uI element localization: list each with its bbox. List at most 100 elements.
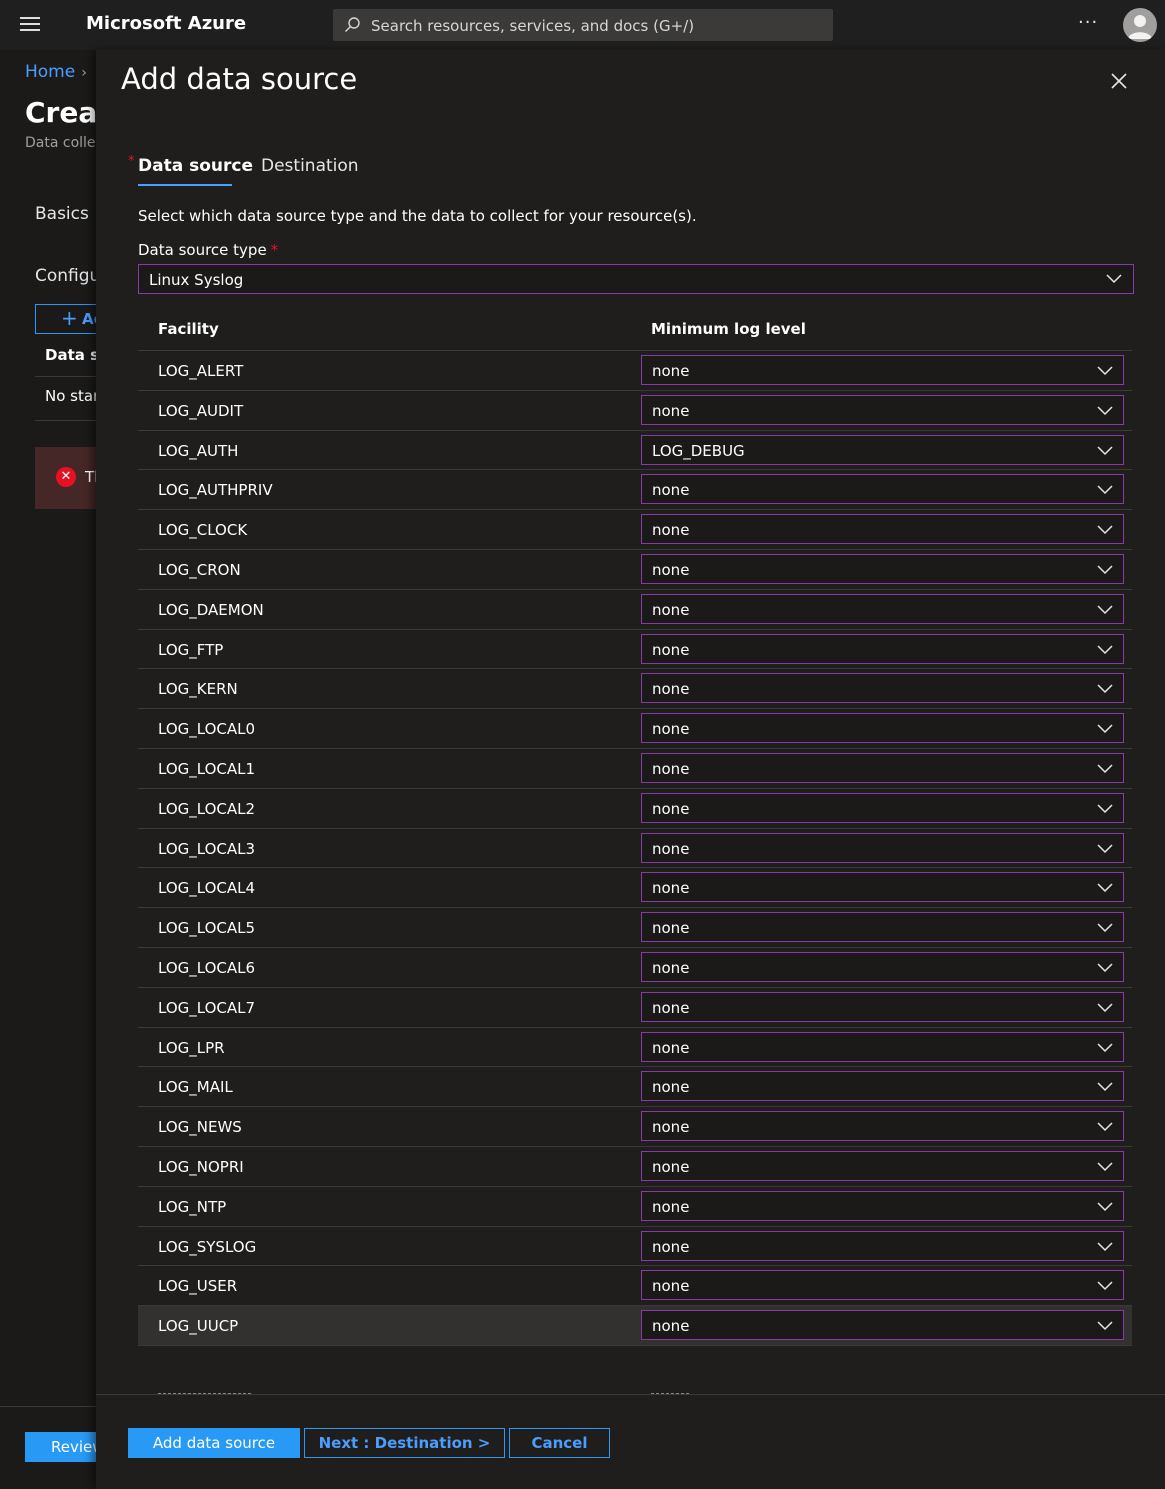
min-log-level-dropdown[interactable]: none [641, 514, 1124, 545]
next-destination-button[interactable]: Next : Destination > [304, 1428, 505, 1458]
min-log-level-dropdown[interactable]: none [641, 1230, 1124, 1261]
facility-name: LOG_LOCAL4 [158, 879, 256, 898]
min-log-level-dropdown[interactable]: LOG_DEBUG [641, 434, 1124, 465]
table-header: Facility Minimum log level [138, 310, 1132, 351]
facility-name: LOG_MAIL [158, 1078, 233, 1097]
page-title: Creat [25, 96, 96, 129]
panel-title: Add data source [121, 62, 358, 96]
chevron-down-icon [1097, 1162, 1113, 1171]
error-icon: ✕ [56, 467, 76, 487]
table-row: LOG_AUTHPRIV none [138, 470, 1132, 511]
facility-table-body: LOG_ALERT none LOG_AUDIT none LOG_AUTH LOG_DE… [138, 351, 1132, 1346]
brand-title[interactable]: Microsoft Azure [86, 13, 246, 34]
min-log-level-dropdown[interactable]: none [641, 752, 1124, 783]
facility-name: LOG_DAEMON [158, 600, 264, 619]
min-log-level-dropdown[interactable]: none [641, 633, 1124, 664]
tab-data-source[interactable]: * Data source [128, 154, 253, 176]
tab-basics[interactable]: Basics [35, 204, 89, 224]
table-row: LOG_DAEMON none [138, 590, 1132, 630]
min-log-level-dropdown[interactable]: none [641, 1310, 1124, 1341]
hamburger-icon[interactable] [20, 17, 40, 33]
tab-destination[interactable]: Destination [261, 156, 359, 176]
min-log-level-value: none [652, 560, 690, 579]
min-log-level-value: none [652, 958, 690, 977]
min-log-level-value: none [652, 1157, 690, 1176]
min-log-level-dropdown[interactable]: none [641, 673, 1124, 704]
divider [35, 376, 96, 377]
column-header-min-log-level: Minimum log level [651, 320, 806, 338]
facility-name: LOG_AUTH [158, 441, 239, 460]
min-log-level-dropdown[interactable]: none [641, 355, 1124, 385]
min-log-level-value: LOG_DEBUG [652, 441, 745, 460]
min-log-level-dropdown[interactable]: none [641, 1150, 1124, 1181]
search-box[interactable] [333, 9, 833, 43]
divider [35, 420, 96, 421]
min-log-level-value: none [652, 481, 690, 500]
data-source-type-label-text: Data source type [138, 241, 267, 259]
column-header-facility: Facility [158, 320, 219, 338]
min-log-level-dropdown[interactable]: none [641, 1190, 1124, 1221]
tab-configure[interactable]: Configu [35, 266, 96, 286]
table-row: LOG_LOCAL1 none [138, 749, 1132, 789]
error-banner: ✕ Tl [35, 447, 96, 509]
table-row: LOG_LPR none [138, 1028, 1132, 1068]
tab-data-source-label: Data source [138, 156, 253, 176]
chevron-down-icon [1106, 274, 1122, 284]
facility-name: LOG_LPR [158, 1038, 225, 1057]
facility-name: LOG_AUDIT [158, 401, 244, 420]
cancel-button[interactable]: Cancel [509, 1428, 610, 1458]
search-input[interactable] [369, 9, 828, 43]
table-row: LOG_AUDIT none [138, 391, 1132, 431]
add-data-source-button[interactable]: Add data source [128, 1428, 300, 1458]
min-log-level-dropdown[interactable]: none [641, 912, 1124, 943]
breadcrumb-home-link[interactable]: Home [25, 62, 75, 82]
chevron-down-icon [1097, 684, 1113, 694]
min-log-level-dropdown[interactable]: none [641, 951, 1124, 982]
min-log-level-value: none [652, 401, 690, 420]
chevron-right-icon: › [81, 65, 87, 81]
chevron-down-icon [1097, 485, 1113, 495]
min-log-level-value: none [652, 1317, 690, 1336]
table-row: LOG_LOCAL5 none [138, 908, 1132, 948]
table-row: LOG_LOCAL2 none [138, 789, 1132, 829]
table-row: LOG_NEWS none [138, 1107, 1132, 1147]
min-log-level-dropdown[interactable]: none [641, 713, 1124, 744]
avatar[interactable] [1123, 8, 1157, 42]
min-log-level-dropdown[interactable]: none [641, 872, 1124, 903]
data-source-type-dropdown[interactable]: Linux Syslog [138, 264, 1134, 294]
chevron-down-icon [1097, 1043, 1113, 1052]
min-log-level-value: none [652, 362, 690, 380]
close-icon[interactable] [1108, 70, 1130, 92]
min-log-level-dropdown[interactable]: none [641, 832, 1124, 863]
min-log-level-dropdown[interactable]: none [641, 1270, 1124, 1301]
min-log-level-dropdown[interactable]: none [641, 792, 1124, 823]
min-log-level-dropdown[interactable]: none [641, 1111, 1124, 1142]
table-row: LOG_FTP none [138, 630, 1132, 670]
facility-name: LOG_ALERT [158, 362, 244, 380]
table-row: LOG_AUTH LOG_DEBUG [138, 431, 1132, 471]
review-button[interactable]: Review [25, 1432, 96, 1462]
top-bar: Microsoft Azure ··· [0, 0, 1165, 50]
add-button-label: Ac [82, 310, 96, 328]
chevron-down-icon [1097, 366, 1113, 376]
data-source-type-label: Data source type * [138, 241, 278, 259]
min-log-level-dropdown[interactable]: none [641, 1071, 1124, 1102]
min-log-level-dropdown[interactable]: none [641, 394, 1124, 425]
table-row: LOG_ALERT none [138, 351, 1132, 391]
min-log-level-dropdown[interactable]: none [641, 593, 1124, 624]
min-log-level-value: none [652, 799, 690, 818]
min-log-level-dropdown[interactable]: none [641, 553, 1124, 584]
min-log-level-value: none [652, 1237, 690, 1256]
min-log-level-dropdown[interactable]: none [641, 1031, 1124, 1062]
min-log-level-dropdown[interactable]: none [641, 991, 1124, 1022]
chevron-down-icon [1097, 724, 1113, 734]
table-row: LOG_LOCAL3 none [138, 829, 1132, 869]
min-log-level-dropdown[interactable]: none [641, 474, 1124, 505]
facility-name: LOG_LOCAL2 [158, 799, 256, 818]
add-data-source-panel: Add data source * Data source Destinatio… [96, 50, 1165, 1489]
chevron-down-icon [1097, 565, 1113, 575]
more-icon[interactable]: ··· [1078, 12, 1098, 33]
add-data-source-bg-button[interactable]: + Ac [35, 304, 96, 334]
chevron-down-icon [1097, 1003, 1113, 1012]
chevron-down-icon [1097, 1242, 1113, 1251]
